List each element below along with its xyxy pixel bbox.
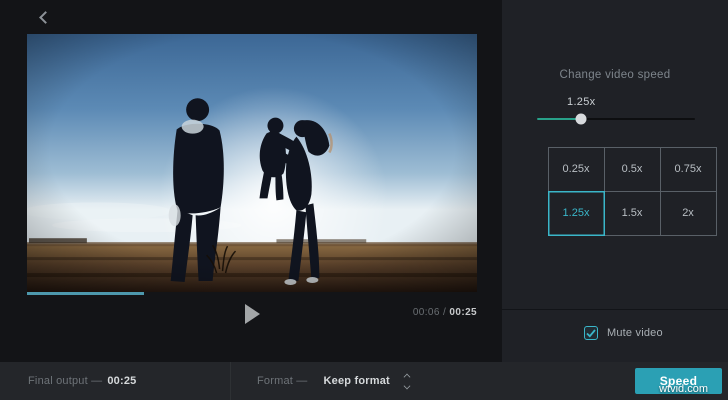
video-player-area: 00:06 / 00:25 xyxy=(0,0,502,362)
slider-track[interactable] xyxy=(537,118,695,120)
slider-value-label: 1.25x xyxy=(567,96,595,108)
speed-option-0.5x[interactable]: 0.5x xyxy=(604,147,661,192)
select-updown-icon xyxy=(404,374,410,389)
video-progress-bar[interactable] xyxy=(27,292,477,295)
speed-option-2x[interactable]: 2x xyxy=(660,191,717,236)
bar-divider xyxy=(230,362,231,400)
format-label: Format — xyxy=(257,375,308,387)
final-output-label: Final output — xyxy=(28,375,102,387)
speed-option-1.25x[interactable]: 1.25x xyxy=(548,191,605,236)
final-output-value: 00:25 xyxy=(107,375,136,387)
video-still-image xyxy=(27,34,477,292)
time-current: 00:06 xyxy=(413,307,440,318)
checkmark-icon xyxy=(586,329,596,338)
time-total: 00:25 xyxy=(449,307,477,318)
bottom-bar: Final output — 00:25 Format — Keep forma… xyxy=(0,362,728,400)
time-display: 00:06 / 00:25 xyxy=(413,307,477,318)
format-select[interactable]: Format — Keep format xyxy=(257,362,410,400)
panel-divider xyxy=(502,309,728,310)
slider-thumb[interactable] xyxy=(576,114,587,125)
speed-option-0.25x[interactable]: 0.25x xyxy=(548,147,605,192)
final-output: Final output — 00:25 xyxy=(28,362,136,400)
speed-options-grid: 0.25x 0.5x 0.75x 1.25x 1.5x 2x xyxy=(548,147,716,235)
format-value: Keep format xyxy=(324,375,390,387)
panel-title: Change video speed xyxy=(502,69,728,81)
time-separator: / xyxy=(443,307,446,318)
speed-option-0.75x[interactable]: 0.75x xyxy=(660,147,717,192)
back-chevron-icon xyxy=(39,11,52,24)
video-speed-editor: 00:06 / 00:25 Change video speed 1.25x 0… xyxy=(0,0,728,400)
watermark: wtvid.com xyxy=(659,383,708,395)
video-preview[interactable] xyxy=(27,34,477,292)
speed-panel: Change video speed 1.25x 0.25x 0.5x 0.75… xyxy=(502,0,728,362)
slider-fill xyxy=(537,118,581,120)
speed-slider: 1.25x xyxy=(537,96,695,130)
mute-label: Mute video xyxy=(607,327,663,339)
mute-checkbox[interactable] xyxy=(584,326,598,340)
video-progress-fill xyxy=(27,292,144,295)
play-icon[interactable] xyxy=(245,304,260,324)
speed-option-1.5x[interactable]: 1.5x xyxy=(604,191,661,236)
back-button[interactable] xyxy=(36,8,56,28)
mute-row: Mute video xyxy=(584,326,663,340)
